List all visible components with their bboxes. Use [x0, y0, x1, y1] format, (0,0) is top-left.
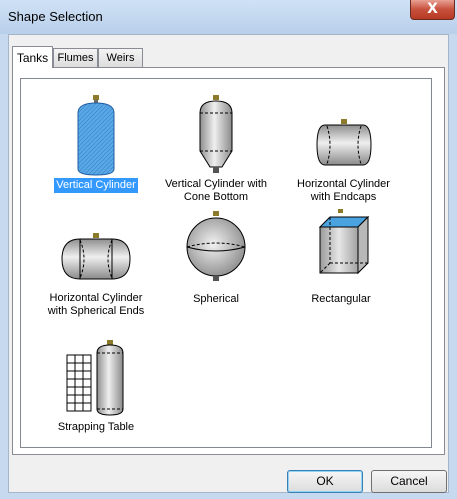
shape-label: Spherical: [193, 293, 239, 305]
shape-label: Horizontal Cylinder with Spherical Ends: [47, 292, 145, 317]
horizontal-cylinder-spherical-ends-icon: [61, 233, 131, 280]
tab-flumes[interactable]: Flumes: [53, 48, 98, 67]
close-button[interactable]: X: [410, 0, 455, 20]
shape-vertical-cylinder[interactable]: Vertical Cylinder: [41, 95, 151, 193]
shape-horizontal-cylinder-endcaps[interactable]: Horizontal Cylinder with Endcaps: [286, 95, 401, 205]
shape-vertical-cylinder-cone-bottom[interactable]: Vertical Cylinder with Cone Bottom: [151, 95, 281, 205]
shape-rectangular[interactable]: Rectangular: [286, 209, 396, 307]
shape-label: Vertical Cylinder with Cone Bottom: [164, 178, 268, 203]
window-title: Shape Selection: [8, 9, 103, 24]
title-bar[interactable]: Shape Selection X: [0, 0, 457, 34]
vertical-cylinder-icon: [77, 95, 115, 176]
shape-strapping-table[interactable]: Strapping Table: [41, 337, 151, 435]
shape-label: Strapping Table: [57, 421, 135, 433]
strapping-table-icon: [66, 340, 124, 416]
tab-weirs[interactable]: Weirs: [98, 48, 143, 67]
vertical-cylinder-cone-bottom-icon: [199, 95, 233, 173]
rectangular-icon: [318, 209, 370, 275]
shape-spherical[interactable]: Spherical: [166, 209, 266, 307]
shape-label: Rectangular: [311, 293, 371, 305]
shape-label: Horizontal Cylinder with Endcaps: [297, 178, 390, 203]
horizontal-cylinder-endcaps-icon: [315, 119, 372, 166]
shape-label: Vertical Cylinder: [54, 178, 138, 193]
spherical-icon: [186, 211, 246, 281]
tab-tanks[interactable]: Tanks: [12, 46, 53, 68]
shape-list[interactable]: Vertical Cylinder Vertical Cylinder with…: [20, 78, 432, 448]
shape-selection-dialog: Shape Selection X Tanks Flumes Weirs Ver…: [0, 0, 457, 499]
cancel-button[interactable]: Cancel: [371, 470, 447, 493]
shape-horizontal-cylinder-spherical-ends[interactable]: Horizontal Cylinder with Spherical Ends: [31, 209, 161, 319]
ok-button[interactable]: OK: [287, 470, 363, 493]
close-icon: X: [427, 1, 438, 17]
